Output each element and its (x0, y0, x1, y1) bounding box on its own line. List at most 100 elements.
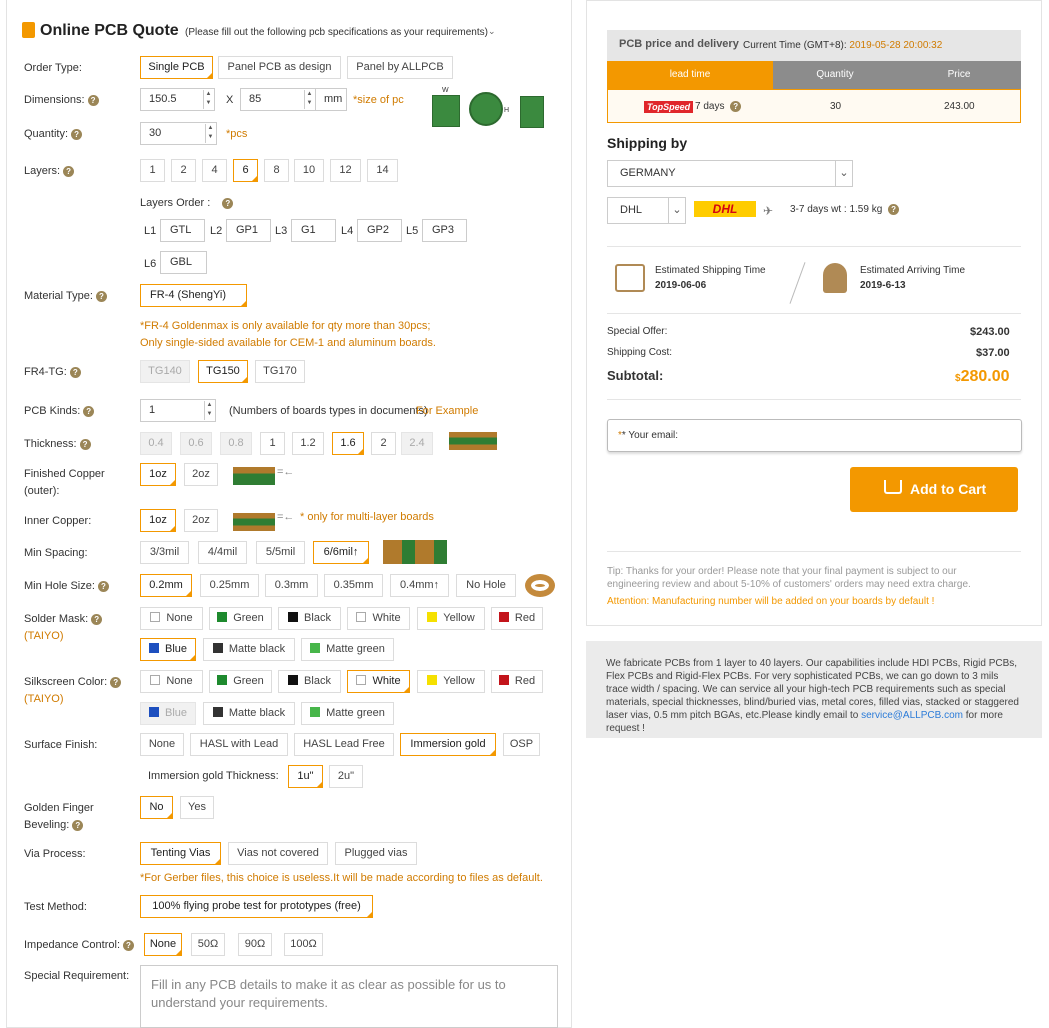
layer-order-l6[interactable]: GBL (160, 251, 207, 274)
layer-tag-l3: L3 (275, 225, 288, 237)
outer-copper-1oz[interactable]: 1oz (140, 463, 176, 486)
layer-12[interactable]: 12 (330, 159, 361, 182)
subtotal-label: Subtotal: (607, 368, 664, 383)
pcb-kinds-input[interactable]: 1 ▲ ▼ (140, 399, 216, 422)
layer-1[interactable]: 1 (140, 159, 165, 182)
spacing-6-6[interactable]: 6/6mil↑ (313, 541, 369, 564)
thickness-0-8: 0.8 (220, 432, 252, 455)
via-not-covered[interactable]: Vias not covered (228, 842, 328, 865)
silk-red[interactable]: Red (491, 670, 543, 693)
carrier-select[interactable]: DHL ⌄ (607, 197, 686, 224)
silk-none[interactable]: None (140, 670, 203, 693)
mask-white[interactable]: White (347, 607, 410, 630)
layer-order-l2[interactable]: GP1 (226, 219, 271, 242)
layer-order-l1[interactable]: GTL (160, 219, 205, 242)
mask-red[interactable]: Red (491, 607, 543, 630)
swatch-icon (427, 612, 438, 622)
pcb-rect-icon (432, 95, 460, 127)
silk-matte-black[interactable]: Matte black (203, 702, 295, 725)
thickness-1[interactable]: 1 (260, 432, 285, 455)
help-icon: ? (63, 165, 75, 177)
country-select[interactable]: GERMANY ⌄ (607, 160, 853, 187)
layers-label: Layers:? (24, 163, 75, 180)
layer-order-l4[interactable]: GP2 (357, 219, 402, 242)
spacing-5-5[interactable]: 5/5mil (256, 541, 305, 564)
impedance-none[interactable]: None (144, 933, 182, 956)
outer-copper-2oz[interactable]: 2oz (184, 463, 218, 486)
spacing-3-3[interactable]: 3/3mil (140, 541, 189, 564)
impedance-100[interactable]: 100Ω (284, 933, 323, 956)
help-icon: ? (97, 580, 109, 592)
layer-14[interactable]: 14 (367, 159, 398, 182)
order-single-pcb[interactable]: Single PCB (140, 56, 213, 79)
thickness-label: Thickness:? (24, 436, 91, 453)
surface-osp[interactable]: OSP (503, 733, 540, 756)
add-to-cart-button[interactable]: Add to Cart (850, 467, 1018, 512)
special-textarea[interactable]: Fill in any PCB details to make it as cl… (140, 965, 558, 1028)
bevel-no[interactable]: No (140, 796, 173, 819)
mask-matte-green[interactable]: Matte green (301, 638, 394, 661)
for-example-link[interactable]: For Example (416, 405, 478, 417)
swatch-icon (148, 643, 159, 653)
impedance-50[interactable]: 50Ω (191, 933, 225, 956)
layer-order-l3[interactable]: G1 (291, 219, 336, 242)
silk-black[interactable]: Black (278, 670, 341, 693)
dimensions-label: Dimensions:? (24, 92, 99, 109)
hole-0-4[interactable]: 0.4mm↑ (390, 574, 449, 597)
hole-0-25[interactable]: 0.25mm (200, 574, 259, 597)
surface-none[interactable]: None (140, 733, 184, 756)
surface-hasl-lead[interactable]: HASL with Lead (190, 733, 288, 756)
layer-order-l5[interactable]: GP3 (422, 219, 467, 242)
surface-immersion-gold[interactable]: Immersion gold (400, 733, 496, 756)
silk-yellow[interactable]: Yellow (417, 670, 485, 693)
mask-black[interactable]: Black (278, 607, 341, 630)
mask-yellow[interactable]: Yellow (417, 607, 485, 630)
gold-thickness-1u[interactable]: 1u" (288, 765, 323, 788)
silkscreen-sub: (TAIYO) (24, 693, 64, 705)
layer-2[interactable]: 2 (171, 159, 196, 182)
material-select[interactable]: FR-4 (ShengYi) (140, 284, 247, 307)
via-plugged[interactable]: Plugged vias (335, 842, 417, 865)
golden-finger-sub: Beveling:? (24, 817, 84, 834)
inner-copper-2oz[interactable]: 2oz (184, 509, 218, 532)
thickness-1-2[interactable]: 1.2 (292, 432, 324, 455)
email-link[interactable]: service@ALLPCB.com (861, 710, 963, 721)
arrow-icon: =← (277, 511, 295, 523)
silk-white[interactable]: White (347, 670, 410, 693)
chevron-down-icon[interactable]: ⌄ (488, 26, 496, 37)
height-input[interactable]: 85 ▲ ▼ (240, 88, 316, 111)
copper-inner-icon (233, 513, 275, 531)
thickness-1-6[interactable]: 1.6 (332, 432, 364, 455)
silk-matte-green[interactable]: Matte green (301, 702, 394, 725)
hole-0-35[interactable]: 0.35mm (324, 574, 383, 597)
test-method-select[interactable]: 100% flying probe test for prototypes (f… (140, 895, 373, 918)
layer-4[interactable]: 4 (202, 159, 227, 182)
layer-10[interactable]: 10 (294, 159, 324, 182)
order-panel-design[interactable]: Panel PCB as design (218, 56, 341, 79)
hole-0-2[interactable]: 0.2mm (140, 574, 192, 597)
width-input[interactable]: 150.5 ▲ ▼ (140, 88, 215, 111)
impedance-90[interactable]: 90Ω (238, 933, 272, 956)
tg170[interactable]: TG170 (255, 360, 305, 383)
hole-0-3[interactable]: 0.3mm (265, 574, 318, 597)
mask-none[interactable]: None (140, 607, 203, 630)
mask-green[interactable]: Green (209, 607, 272, 630)
hole-none[interactable]: No Hole (456, 574, 516, 597)
spacing-4-4[interactable]: 4/4mil (198, 541, 247, 564)
mask-blue[interactable]: Blue (140, 638, 196, 661)
box-icon (615, 264, 645, 292)
thickness-2[interactable]: 2 (371, 432, 396, 455)
bevel-yes[interactable]: Yes (180, 796, 214, 819)
surface-hasl-free[interactable]: HASL Lead Free (294, 733, 394, 756)
mask-matte-black[interactable]: Matte black (203, 638, 295, 661)
email-input[interactable]: ** Your email: (607, 419, 1022, 452)
inner-copper-1oz[interactable]: 1oz (140, 509, 176, 532)
quantity-input[interactable]: 30 ▲ ▼ (140, 122, 217, 145)
tg150[interactable]: TG150 (198, 360, 248, 383)
layer-6[interactable]: 6 (233, 159, 258, 182)
silk-green[interactable]: Green (209, 670, 272, 693)
gold-thickness-2u[interactable]: 2u" (329, 765, 363, 788)
layer-8[interactable]: 8 (264, 159, 289, 182)
order-panel-allpcb[interactable]: Panel by ALLPCB (347, 56, 453, 79)
via-tenting[interactable]: Tenting Vias (140, 842, 221, 865)
